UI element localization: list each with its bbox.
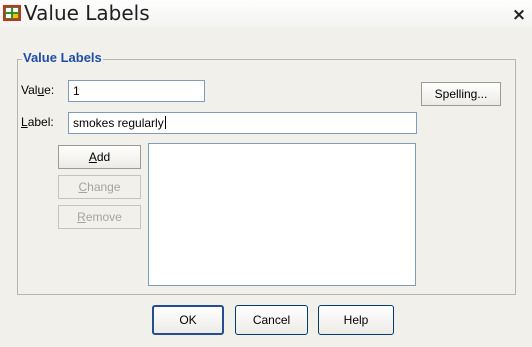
spelling-button[interactable]: Spelling... (421, 82, 501, 106)
value-input[interactable]: 1 (68, 80, 205, 102)
text-caret (164, 116, 166, 129)
spss-dialog-icon (3, 5, 21, 21)
ok-button[interactable]: OK (152, 305, 224, 335)
add-button[interactable]: Add (58, 145, 141, 169)
label-field-label: Label: (21, 115, 54, 129)
group-title: Value Labels (22, 50, 103, 65)
value-labels-list[interactable] (148, 143, 416, 286)
help-button[interactable]: Help (318, 305, 394, 335)
label-input[interactable]: smokes regularly (68, 112, 417, 134)
close-icon[interactable]: × (508, 5, 530, 25)
value-labels-dialog: Value Labels × Value Labels Value: 1 Spe… (0, 0, 532, 347)
title-bar[interactable]: Value Labels × (0, 0, 532, 28)
change-button[interactable]: Change (58, 175, 141, 199)
remove-button[interactable]: Remove (58, 205, 141, 229)
label-input-value: smokes regularly (73, 116, 164, 130)
cancel-button[interactable]: Cancel (235, 305, 308, 335)
value-field-label: Value: (21, 83, 55, 97)
window-title: Value Labels (24, 1, 150, 25)
